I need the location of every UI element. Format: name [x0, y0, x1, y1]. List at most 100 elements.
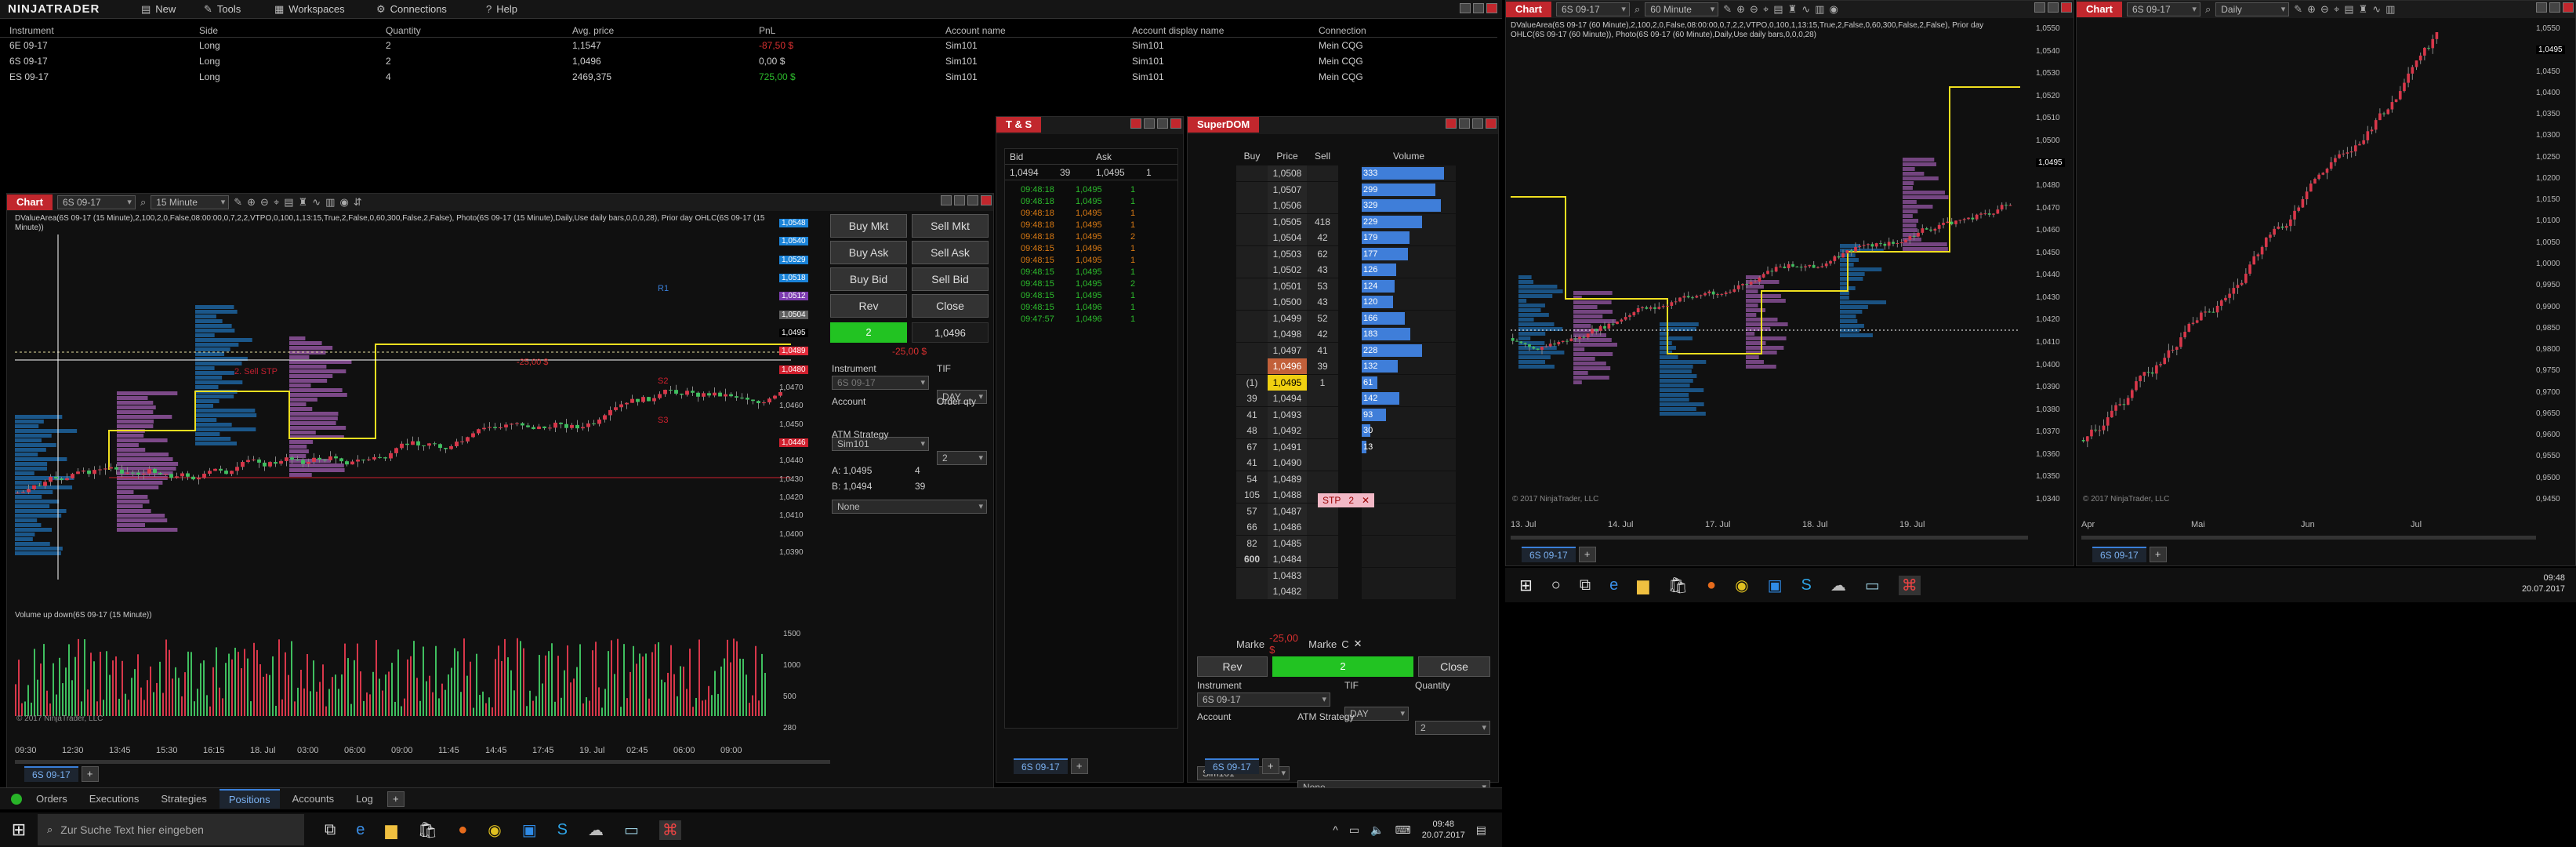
search-icon[interactable]: ⌕ — [140, 196, 146, 209]
instrument-selector[interactable]: 6S 09-17 — [1555, 2, 1630, 16]
properties-icon[interactable]: ▤ — [2344, 3, 2353, 16]
dom-sell-cell[interactable] — [1307, 551, 1338, 568]
table-row[interactable]: 6S 09-17 Long 2 1,0496 0,00 $ Sim101 Sim101 Mei… — [0, 53, 1497, 69]
dom-buy-cell[interactable]: 67 — [1236, 438, 1268, 455]
dom-sell-cell[interactable] — [1307, 519, 1338, 536]
horizontal-scrollbar[interactable] — [1511, 536, 2028, 540]
dom-row[interactable]: (1) 1,0495 1 61 — [1236, 374, 1471, 391]
dom-buy-cell[interactable]: (1) — [1236, 374, 1268, 391]
col-account-name[interactable]: Account name — [942, 25, 1129, 36]
buy-market-button[interactable]: Buy Mkt — [830, 214, 907, 238]
maximize-button[interactable] — [2549, 2, 2560, 13]
dom-buy-cell[interactable]: 41 — [1236, 406, 1268, 423]
zoom-in-icon[interactable]: ⊕ — [2307, 3, 2316, 16]
menu-item-connections[interactable]: ⚙ Connections — [376, 3, 486, 16]
strategies-icon[interactable]: ♜ — [1788, 3, 1798, 16]
price-chart-daily[interactable] — [2081, 32, 2531, 503]
zoom-in-icon[interactable]: ⊕ — [247, 196, 256, 209]
dom-row[interactable]: 1,0497 41 228 — [1236, 342, 1471, 359]
dom-row[interactable]: 82 1,0485 — [1236, 535, 1471, 552]
close-button[interactable] — [1486, 118, 1497, 129]
instrument-selector[interactable]: 6S 09-17 — [56, 195, 136, 209]
dom-buy-cell[interactable]: 66 — [1236, 519, 1268, 536]
dom-buy-cell[interactable]: 57 — [1236, 503, 1268, 519]
dom-buy-cell[interactable] — [1236, 262, 1268, 278]
zoom-out-icon[interactable]: ⊖ — [260, 196, 269, 209]
dom-buy-cell[interactable]: 54 — [1236, 471, 1268, 487]
col-avg-price[interactable]: Avg. price — [569, 25, 756, 36]
menu-item-help[interactable]: ? Help — [486, 3, 549, 15]
dom-buy-cell[interactable] — [1236, 326, 1268, 343]
dom-sell-cell[interactable]: 42 — [1307, 230, 1338, 246]
dom-buy-cell[interactable] — [1236, 294, 1268, 311]
chart-tab[interactable]: Chart — [2077, 2, 2122, 17]
dom-sell-cell[interactable] — [1307, 406, 1338, 423]
dom-sell-cell[interactable]: 1 — [1307, 374, 1338, 391]
windows-start-icon[interactable]: ⊞ — [1519, 576, 1533, 595]
tab-6s-09-17[interactable]: 6S 09-17 — [1522, 547, 1576, 562]
dom-row[interactable]: 67 1,0491 13 — [1236, 438, 1471, 456]
sell-market-button[interactable]: Sell Mkt — [912, 214, 989, 238]
buy-ask-button[interactable]: Buy Ask — [830, 241, 907, 264]
col-instrument[interactable]: Instrument — [0, 25, 196, 36]
superdom-ladder[interactable]: 1,0508 333 1,0507 299 1,0506 329 1,0505 418 229 1… — [1236, 165, 1471, 600]
instrument-select[interactable]: 6S 09-17 — [832, 376, 929, 390]
dom-row[interactable]: 1,0496 39 132 — [1236, 358, 1471, 375]
indicators-icon[interactable]: ∿ — [2372, 3, 2381, 16]
chart-tab[interactable]: Chart — [1506, 2, 1551, 17]
task-view-icon[interactable]: ⧉ — [325, 821, 336, 839]
draw-tool-icon[interactable]: ✎ — [234, 196, 242, 209]
minimize-button[interactable] — [1460, 3, 1471, 13]
zoom-in-icon[interactable]: ⊕ — [1736, 3, 1745, 16]
dom-instrument-select[interactable]: 6S 09-17 — [1197, 693, 1330, 707]
minimize-button[interactable] — [2034, 2, 2045, 13]
tab-executions[interactable]: Executions — [80, 790, 149, 808]
edge-browser-icon[interactable]: e — [1609, 576, 1618, 594]
table-row[interactable]: 6E 09-17 Long 2 1,1547 -87,50 $ Sim101 Sim101 M… — [0, 38, 1497, 53]
tab-accounts[interactable]: Accounts — [283, 790, 343, 808]
tab-6s-09-17[interactable]: 6S 09-17 — [1014, 758, 1068, 774]
dom-row[interactable]: 1,0502 43 126 — [1236, 262, 1471, 278]
dom-row[interactable]: 41 1,0493 93 — [1236, 406, 1471, 424]
snapshot-icon[interactable]: ◉ — [339, 196, 348, 209]
dom-sell-cell[interactable]: 52 — [1307, 310, 1338, 326]
dom-buy-cell[interactable] — [1236, 245, 1268, 262]
tray-clock[interactable]: 09:48 20.07.2017 — [2522, 573, 2565, 594]
tray-up-arrow-icon[interactable]: ^ — [1333, 823, 1338, 836]
minimize-button[interactable] — [941, 195, 952, 205]
order-qty-stepper[interactable]: 2 — [937, 451, 987, 465]
taskbar-search[interactable]: ⌕ Zur Suche Text hier eingeben — [38, 814, 304, 845]
reverse-button[interactable]: Rev — [830, 294, 907, 318]
maximize-button[interactable] — [1157, 118, 1168, 129]
dom-buy-cell[interactable]: 82 — [1236, 535, 1268, 551]
dom-row[interactable]: 1,0501 53 124 — [1236, 278, 1471, 295]
dom-sell-cell[interactable]: 42 — [1307, 326, 1338, 343]
dom-buy-cell[interactable] — [1236, 165, 1268, 182]
snapshot-icon[interactable]: ◉ — [1829, 3, 1838, 16]
dom-sell-cell[interactable] — [1307, 165, 1338, 182]
indicators-icon[interactable]: ∿ — [1801, 3, 1810, 16]
tab-6s-09-17[interactable]: 6S 09-17 — [1205, 758, 1259, 774]
dom-row[interactable]: 66 1,0486 — [1236, 519, 1471, 536]
properties-icon[interactable]: ▤ — [284, 196, 293, 209]
dom-sell-cell[interactable]: 62 — [1307, 245, 1338, 262]
sell-bid-button[interactable]: Sell Bid — [912, 267, 989, 291]
minimize-button[interactable] — [1459, 118, 1470, 129]
tab-positions[interactable]: Positions — [219, 789, 280, 809]
minimize-button[interactable] — [2536, 2, 2547, 13]
dom-row[interactable]: 48 1,0492 30 — [1236, 423, 1471, 439]
interval-selector[interactable]: 15 Minute — [151, 195, 230, 209]
templates-icon[interactable]: ▥ — [325, 196, 335, 209]
price-chart-60min[interactable] — [1511, 40, 2020, 511]
firefox-icon[interactable]: ● — [458, 821, 467, 839]
dom-buy-cell[interactable] — [1236, 310, 1268, 326]
dom-sell-cell[interactable] — [1307, 423, 1338, 439]
dom-buy-cell[interactable] — [1236, 278, 1268, 294]
skype-icon[interactable]: S — [557, 821, 568, 839]
firefox-icon[interactable]: ● — [1707, 576, 1716, 594]
store-icon[interactable]: 🛍 — [1668, 576, 1688, 595]
cancel-all-label[interactable]: C — [1341, 638, 1348, 650]
dom-row[interactable]: 1,0500 43 120 — [1236, 294, 1471, 311]
dom-row[interactable]: 1,0482 — [1236, 583, 1471, 600]
add-cc-tab-button[interactable]: + — [386, 791, 405, 807]
